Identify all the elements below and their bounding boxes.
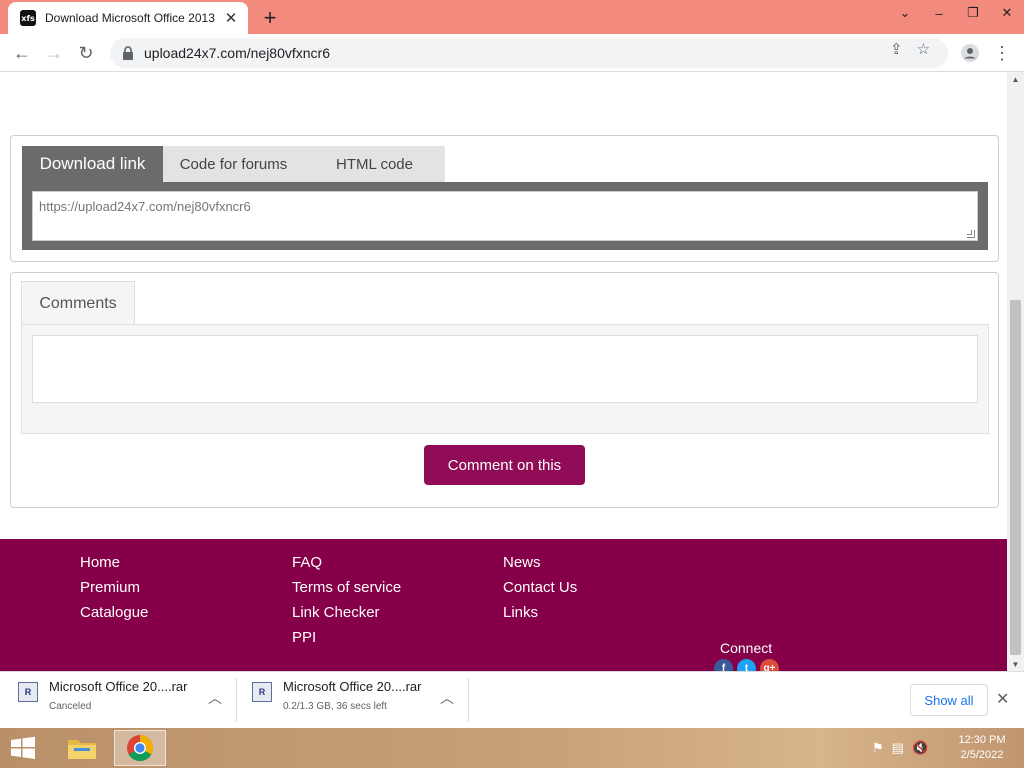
windows-start-icon[interactable] — [8, 736, 38, 760]
comment-on-this-button[interactable]: Comment on this — [424, 445, 585, 485]
network-icon[interactable]: ▤ — [892, 740, 904, 756]
download-shelf: R Microsoft Office 20....rar Canceled ︿ … — [0, 671, 1024, 728]
scroll-thumb[interactable] — [1010, 300, 1021, 655]
browser-menu-icon[interactable]: ⋮ — [988, 39, 1016, 67]
site-favicon-icon: xfs — [20, 10, 36, 26]
web-page: Download link Code for forums HTML code … — [0, 72, 1007, 671]
new-tab-plus-icon[interactable]: + — [258, 5, 282, 30]
download-status: Canceled — [49, 701, 92, 712]
footer-link-terms[interactable]: Terms of service — [292, 578, 401, 597]
download-item[interactable]: R Microsoft Office 20....rar Canceled ︿ — [18, 678, 236, 722]
clock-date: 2/5/2022 — [960, 749, 1004, 761]
download-item[interactable]: R Microsoft Office 20....rar 0.2/1.3 GB,… — [252, 678, 468, 722]
reload-icon[interactable]: ↻ — [72, 39, 100, 67]
footer-column-1: Home Premium Catalogue — [80, 553, 148, 622]
download-link-value: https://upload24x7.com/nej80vfxncr6 — [39, 199, 251, 214]
window-controls: ⌄ – ❐ ✕ — [888, 0, 1024, 34]
forward-arrow-icon[interactable]: → — [40, 39, 68, 67]
comments-body — [21, 324, 989, 434]
download-filename: Microsoft Office 20....rar — [283, 679, 422, 694]
taskbar-clock[interactable]: 12:30 PM 2/5/2022 — [950, 733, 1014, 763]
download-filename: Microsoft Office 20....rar — [49, 679, 188, 694]
download-status: 0.2/1.3 GB, 36 secs left — [283, 701, 387, 712]
show-all-button[interactable]: Show all — [910, 684, 988, 716]
restore-icon[interactable]: ❐ — [956, 0, 990, 26]
comments-panel: Comments Comment on this — [10, 272, 999, 508]
clock-time: 12:30 PM — [958, 734, 1006, 746]
footer-link-catalogue[interactable]: Catalogue — [80, 603, 148, 622]
tab-html-code[interactable]: HTML code — [304, 146, 445, 182]
tab-comments[interactable]: Comments — [21, 281, 135, 325]
page-scrollbar[interactable]: ▲ ▼ — [1007, 72, 1024, 671]
address-bar[interactable]: upload24x7.com/nej80vfxncr6 — [110, 38, 948, 68]
scroll-up-arrow-icon[interactable]: ▲ — [1007, 72, 1024, 86]
footer-link-ppi[interactable]: PPI — [292, 628, 401, 647]
lock-icon — [123, 46, 133, 60]
divider — [236, 678, 237, 722]
share-icon[interactable]: ⇪ — [890, 40, 903, 58]
tab-close-icon[interactable]: ✕ — [222, 9, 240, 27]
social-icons: f t g+ — [714, 659, 779, 671]
system-tray: ⚑ ▤ 🔇 — [872, 740, 928, 756]
tab-title: Download Microsoft Office 2013 — [45, 11, 215, 25]
tab-code-for-forums[interactable]: Code for forums — [163, 146, 304, 182]
tab-download-link[interactable]: Download link — [22, 146, 163, 182]
bookmark-star-icon[interactable]: ☆ — [917, 40, 930, 58]
chevron-up-icon[interactable]: ︿ — [208, 688, 222, 708]
footer-link-home[interactable]: Home — [80, 553, 148, 572]
footer-link-faq[interactable]: FAQ — [292, 553, 401, 572]
scroll-down-arrow-icon[interactable]: ▼ — [1007, 657, 1024, 671]
browser-tab[interactable]: xfs Download Microsoft Office 2013 ✕ — [8, 2, 248, 34]
footer-link-link-checker[interactable]: Link Checker — [292, 603, 401, 622]
footer-link-contact-us[interactable]: Contact Us — [503, 578, 577, 597]
rar-file-icon: R — [252, 682, 272, 702]
windows-taskbar: ⚑ ▤ 🔇 12:30 PM 2/5/2022 — [0, 728, 1024, 768]
footer-column-3: News Contact Us Links — [503, 553, 577, 622]
site-footer: Home Premium Catalogue FAQ Terms of serv… — [0, 539, 1007, 671]
volume-muted-icon[interactable]: 🔇 — [912, 740, 928, 756]
url-text: upload24x7.com/nej80vfxncr6 — [144, 45, 331, 61]
footer-link-news[interactable]: News — [503, 553, 577, 572]
comment-textarea[interactable] — [32, 335, 978, 403]
rar-file-icon: R — [18, 682, 38, 702]
minimize-icon[interactable]: – — [922, 0, 956, 26]
footer-link-premium[interactable]: Premium — [80, 578, 148, 597]
connect-label: Connect — [720, 640, 773, 656]
window-close-icon[interactable]: ✕ — [990, 0, 1024, 26]
chevron-up-icon[interactable]: ︿ — [440, 688, 454, 708]
close-shelf-icon[interactable]: ✕ — [996, 689, 1009, 709]
footer-column-2: FAQ Terms of service Link Checker PPI — [292, 553, 401, 647]
divider — [468, 678, 469, 722]
link-box: https://upload24x7.com/nej80vfxncr6 — [22, 182, 988, 250]
omnibox-actions: ⇪ ☆ — [890, 40, 930, 58]
link-tabs: Download link Code for forums HTML code — [22, 146, 445, 182]
tab-search-chevron-icon[interactable]: ⌄ — [888, 0, 922, 26]
back-arrow-icon[interactable]: ← — [8, 39, 36, 67]
browser-titlebar: xfs Download Microsoft Office 2013 ✕ + ⌄… — [0, 0, 1024, 34]
action-center-flag-icon[interactable]: ⚑ — [872, 740, 884, 756]
twitter-icon[interactable]: t — [737, 659, 756, 671]
profile-avatar-icon[interactable] — [956, 39, 984, 67]
file-explorer-icon[interactable] — [56, 730, 108, 766]
google-plus-icon[interactable]: g+ — [760, 659, 779, 671]
browser-toolbar: ← → ↻ upload24x7.com/nej80vfxncr6 ⇪ ☆ ⋮ — [0, 34, 1024, 72]
chrome-taskbar-icon[interactable] — [114, 730, 166, 766]
download-link-textarea[interactable]: https://upload24x7.com/nej80vfxncr6 — [32, 191, 978, 241]
footer-link-links[interactable]: Links — [503, 603, 577, 622]
facebook-icon[interactable]: f — [714, 659, 733, 671]
resize-grip-icon[interactable] — [967, 230, 975, 238]
download-link-panel: Download link Code for forums HTML code … — [10, 135, 999, 262]
